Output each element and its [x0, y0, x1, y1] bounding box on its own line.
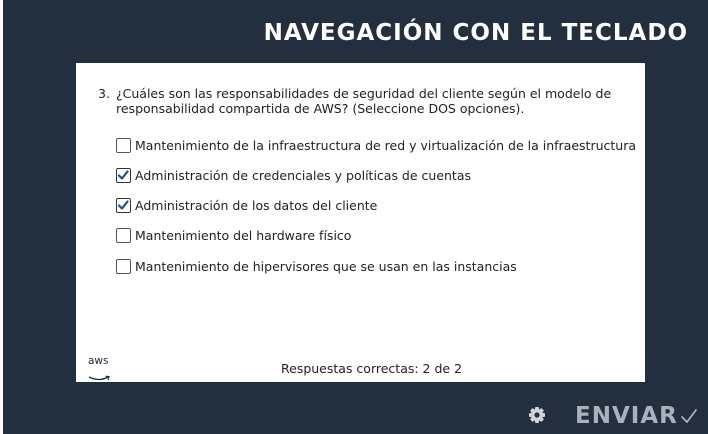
checkmark-icon — [680, 409, 697, 423]
answer-option-2[interactable]: Administración de credenciales y polític… — [116, 167, 636, 183]
aws-smile-icon — [88, 375, 110, 381]
gear-icon[interactable] — [527, 405, 547, 425]
checkbox-option-4[interactable] — [116, 228, 131, 244]
quiz-frame: NAVEGACIÓN CON EL TECLADO 3. ¿Cuáles son… — [0, 0, 708, 434]
answer-option-5[interactable]: Mantenimiento de hipervisores que se usa… — [116, 258, 636, 274]
question-number: 3. — [98, 86, 110, 101]
question-prompt: 3. ¿Cuáles son las responsabilidades de … — [98, 86, 618, 116]
answer-option-1[interactable]: Mantenimiento de la infraestructura de r… — [116, 137, 636, 153]
checkbox-option-1[interactable] — [116, 137, 131, 153]
checkbox-option-2[interactable] — [116, 167, 131, 183]
answer-options: Mantenimiento de la infraestructura de r… — [116, 137, 636, 288]
aws-logo: aws — [88, 356, 116, 381]
question-card: 3. ¿Cuáles son las responsabilidades de … — [76, 63, 645, 382]
option-label: Administración de credenciales y polític… — [135, 167, 472, 183]
checkmark-icon — [117, 170, 129, 180]
submit-button[interactable]: ENVIAR — [575, 401, 698, 431]
answer-option-4[interactable]: Mantenimiento del hardware físico — [116, 228, 636, 244]
submit-label: ENVIAR — [575, 403, 678, 429]
question-text: ¿Cuáles son las responsabilidades de seg… — [116, 86, 612, 116]
left-edge-divider — [0, 0, 3, 434]
option-label: Mantenimiento de hipervisores que se usa… — [135, 258, 517, 274]
option-label: Mantenimiento de la infraestructura de r… — [135, 137, 637, 153]
option-label: Mantenimiento del hardware físico — [135, 228, 352, 244]
page-title: NAVEGACIÓN CON EL TECLADO — [263, 20, 688, 46]
checkbox-option-5[interactable] — [116, 258, 131, 274]
option-label: Administración de los datos del cliente — [135, 198, 378, 214]
checkmark-icon — [117, 200, 129, 210]
score-text: Respuestas correctas: 2 de 2 — [281, 361, 463, 376]
checkbox-option-3[interactable] — [116, 198, 131, 214]
answer-option-3[interactable]: Administración de los datos del cliente — [116, 198, 636, 214]
